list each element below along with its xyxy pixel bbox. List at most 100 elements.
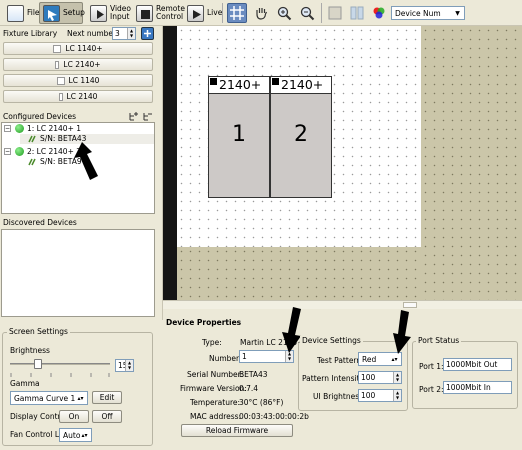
canvas-device-model: 2140+: [219, 77, 262, 92]
canvas-offscreen-area: [177, 247, 421, 300]
pattern-intensity-label: Pattern Intensity: [302, 374, 365, 383]
firmware-version-label: Firmware Version:: [180, 384, 247, 393]
ui-brightness-value: 100: [361, 391, 376, 400]
add-icon: [144, 30, 151, 37]
gamma-value: Gamma Curve 1: [14, 393, 76, 403]
annotation-arrow: [74, 142, 98, 180]
add-fixture-button[interactable]: [141, 27, 154, 40]
label-mode-select[interactable]: Device Num ▼: [391, 6, 465, 20]
canvas-screen-area[interactable]: 2140+ 1 2140+ 2: [177, 26, 421, 247]
live-label: Live: [207, 8, 223, 17]
spin-arrows-icon: ▲ ▼: [125, 360, 133, 371]
label-mode-value: Device Num: [395, 8, 441, 18]
fixture-button[interactable]: LC 2140: [3, 90, 153, 103]
firmware-version-value: 0.7.4: [239, 384, 259, 393]
spin-arrows-icon: ▲ ▼: [127, 28, 135, 39]
play-icon: [187, 4, 204, 22]
screen-settings-title: Screen Settings: [7, 327, 70, 336]
serial-number-label: Serial Number:: [187, 370, 244, 379]
split-view-tool[interactable]: [347, 3, 367, 23]
port1-label: Port 1:: [419, 362, 444, 371]
live-button[interactable]: Live: [183, 2, 223, 24]
port1-value: 1000Mbit Out: [446, 360, 498, 369]
file-label: File: [27, 8, 40, 17]
canvas-device-header: 2140+: [271, 77, 331, 94]
device-settings-title: Device Settings: [300, 336, 363, 345]
next-number-label: Next number: [67, 29, 117, 38]
device-tree-item[interactable]: 1: LC 2140+ 1: [27, 124, 81, 133]
brightness-spinner[interactable]: 15 ▲ ▼: [115, 359, 134, 372]
zoom-in-tool[interactable]: [274, 3, 294, 23]
remote-control-button[interactable]: Remote Control: [132, 2, 185, 24]
brightness-slider-track[interactable]: [10, 363, 110, 365]
configured-devices-title: Configured Devices: [3, 112, 77, 121]
gamma-edit-button[interactable]: Edit: [92, 391, 122, 404]
ui-brightness-spinner[interactable]: 100 ▲ ▼: [358, 389, 402, 402]
next-number-spinner[interactable]: 3 ▲ ▼: [112, 27, 136, 40]
fixture-button[interactable]: LC 1140+: [3, 42, 153, 55]
display-off-button[interactable]: Off: [92, 410, 122, 423]
brightness-slider-thumb[interactable]: [34, 359, 42, 369]
fixture-label: LC 1140+: [65, 44, 103, 53]
zoom-out-tool[interactable]: [297, 3, 317, 23]
canvas-device-model: 2140+: [281, 77, 324, 92]
device-view-tool[interactable]: [325, 3, 345, 23]
canvas-border: [163, 26, 177, 300]
corner-marker-icon: [272, 78, 279, 85]
serial-number-value: BETA43: [239, 370, 268, 379]
corner-marker-icon: [210, 78, 217, 85]
gamma-select[interactable]: Gamma Curve 1 ▴▾: [10, 391, 88, 405]
display-on-button[interactable]: On: [59, 410, 89, 423]
columns-icon: [350, 6, 364, 20]
fan-control-label: Fan Control LC: [10, 430, 65, 439]
grid-icon: [230, 6, 244, 20]
zoom-in-icon: [277, 6, 292, 21]
port-status-title: Port Status: [416, 336, 462, 345]
spin-arrows-icon: ▲ ▼: [393, 372, 401, 383]
canvas-device[interactable]: 2140+ 1: [208, 76, 270, 198]
setup-icon: [43, 4, 60, 22]
canvas-device-header: 2140+: [209, 77, 269, 94]
setup-label: Setup: [63, 8, 85, 17]
fixture-label: LC 2140: [66, 92, 98, 101]
grid-tool[interactable]: [227, 3, 247, 23]
rgb-icon: [373, 7, 385, 19]
file-button[interactable]: File: [3, 2, 44, 24]
remote-control-icon: [136, 4, 153, 22]
canvas-device[interactable]: 2140+ 2: [270, 76, 332, 198]
reload-firmware-button[interactable]: Reload Firmware: [181, 424, 293, 437]
spin-arrows-icon: ▴▾: [81, 431, 88, 439]
horizontal-scrollbar[interactable]: [163, 300, 522, 309]
remote-control-label: Remote Control: [156, 4, 185, 21]
collapse-icon[interactable]: −: [4, 125, 11, 132]
fan-control-select[interactable]: Auto ▴▾: [59, 428, 92, 442]
canvas-offscreen-area: [421, 26, 522, 300]
fixture-library-title: Fixture Library: [3, 29, 58, 38]
gamma-label: Gamma: [10, 379, 40, 388]
discovered-devices-list: [1, 229, 155, 317]
pan-tool[interactable]: [251, 3, 271, 23]
zoom-out-icon: [300, 6, 315, 21]
toolbar-separator: [222, 3, 223, 23]
device-tree-item[interactable]: 2: LC 2140+ 2: [27, 147, 81, 156]
test-pattern-value: Red: [362, 354, 377, 364]
port1-field: 1000Mbit Out: [443, 358, 512, 371]
toolbar-separator: [321, 3, 322, 23]
device-properties-title: Device Properties: [166, 318, 242, 327]
fixture-button[interactable]: LC 2140+: [3, 58, 153, 71]
port2-label: Port 2:: [419, 385, 444, 394]
collapse-icon[interactable]: −: [4, 148, 11, 155]
fixture-button[interactable]: LC 1140: [3, 74, 153, 87]
file-icon: [7, 4, 24, 22]
splitter[interactable]: [156, 26, 163, 320]
fixture-icon: [53, 44, 62, 53]
setup-button[interactable]: Setup: [39, 2, 85, 24]
mac-address-value: 00:03:43:00:00:2b: [239, 412, 309, 421]
number-label: Number: [209, 354, 240, 363]
video-input-button[interactable]: Video Input: [86, 2, 131, 24]
pattern-intensity-spinner[interactable]: 100 ▲ ▼: [358, 371, 402, 384]
test-pattern-label: Test Pattern: [317, 356, 362, 365]
video-input-icon: [90, 4, 107, 22]
fixture-label: LC 2140+: [63, 60, 101, 69]
color-tool[interactable]: [369, 3, 389, 23]
